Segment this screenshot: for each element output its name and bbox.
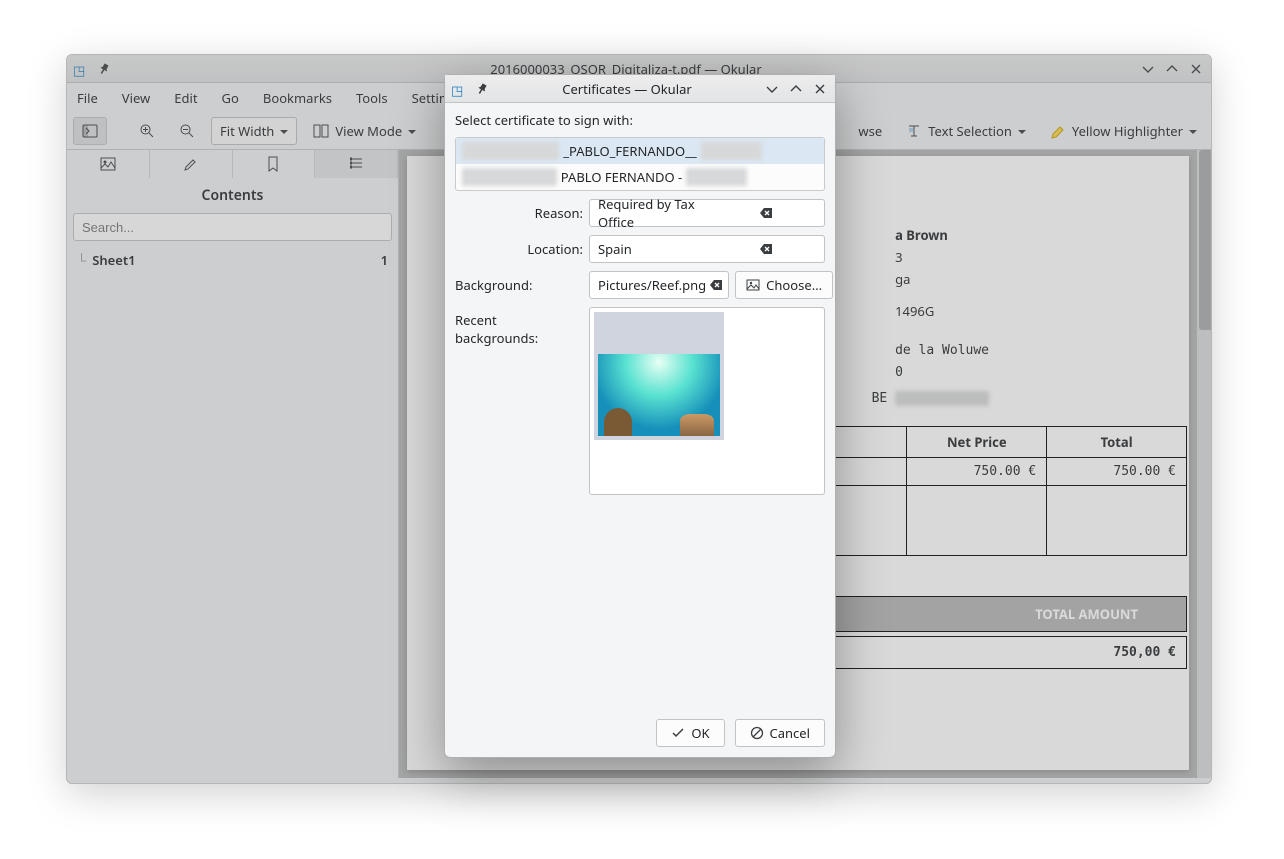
reason-label: Reason:	[455, 204, 583, 222]
highlighter-label: Yellow Highlighter	[1072, 122, 1183, 140]
minimize-button[interactable]	[1139, 60, 1157, 78]
zoom-in-button[interactable]	[131, 117, 163, 145]
panel-tab-annotations[interactable]	[150, 150, 233, 178]
net-val: 750.00 €	[907, 458, 1047, 486]
pin-icon[interactable]	[473, 80, 491, 98]
text-selection-label: Text Selection	[928, 122, 1012, 140]
close-button[interactable]	[1187, 60, 1205, 78]
redacted-text: XXXXXX XXXXXX	[462, 168, 557, 186]
menu-edit[interactable]: Edit	[174, 89, 197, 107]
col-net: Net Price	[907, 427, 1047, 458]
choose-label: Choose...	[766, 276, 822, 294]
panel-tab-bookmarks[interactable]	[233, 150, 316, 178]
background-field[interactable]: Pictures/Reef.png	[589, 271, 729, 299]
chevron-down-icon	[408, 122, 416, 140]
vertical-scrollbar[interactable]	[1197, 150, 1211, 778]
ok-button[interactable]: OK	[656, 719, 724, 747]
doc-line2: 3	[895, 246, 989, 268]
certificate-item[interactable]: XXXXXX XXXXXX PABLO FERNANDO - XXXXXXXX	[456, 164, 824, 190]
panel-title: Contents	[67, 178, 398, 213]
location-field[interactable]: Spain	[589, 235, 825, 263]
dialog-title: Certificates — Okular	[497, 80, 757, 98]
pin-icon[interactable]	[95, 60, 113, 78]
chevron-down-icon	[1018, 122, 1026, 140]
doc-line4: 1496G	[895, 300, 989, 322]
chevron-down-icon	[1189, 122, 1197, 140]
menu-tools[interactable]: Tools	[356, 89, 388, 107]
dialog-titlebar: Certificates — Okular	[445, 75, 835, 103]
cancel-icon	[750, 726, 764, 740]
redacted-text: XXXXXXXX	[701, 142, 762, 160]
menu-file[interactable]: File	[77, 89, 98, 107]
doc-country: BE	[872, 391, 888, 406]
app-icon	[73, 61, 89, 77]
doc-line3: ga	[895, 268, 989, 290]
certificates-dialog: Certificates — Okular Select certificate…	[444, 74, 836, 758]
background-label: Background:	[455, 276, 583, 294]
chevron-down-icon	[280, 122, 288, 140]
cancel-button[interactable]: Cancel	[735, 719, 825, 747]
reason-field[interactable]: Required by Tax Office	[589, 199, 825, 227]
contents-item[interactable]: └ Sheet1 1	[67, 247, 398, 273]
view-mode-button[interactable]: View Mode	[305, 117, 424, 145]
certificate-name: _PABLO_FERNANDO__	[563, 142, 697, 160]
panel-tab-contents[interactable]	[315, 150, 398, 178]
maximize-button[interactable]	[1163, 60, 1181, 78]
certificate-item[interactable]: XXXXXX_XXXXXX _PABLO_FERNANDO__ XXXXXXXX	[456, 138, 824, 164]
doc-street: de la Woluwe	[895, 343, 989, 358]
certificate-list[interactable]: XXXXXX_XXXXXX _PABLO_FERNANDO__ XXXXXXXX…	[455, 137, 825, 191]
menu-bookmarks[interactable]: Bookmarks	[263, 89, 332, 107]
recent-label: Recent backgrounds:	[455, 307, 583, 347]
reason-value: Required by Tax Office	[598, 195, 710, 231]
tree-twig-icon: └	[77, 251, 86, 269]
cancel-label: Cancel	[770, 724, 810, 742]
dialog-close-button[interactable]	[811, 80, 829, 98]
app-icon	[451, 81, 467, 97]
browse-button[interactable]: wse	[850, 117, 890, 145]
redacted-text: XXXXXX_XXXXXX	[462, 142, 559, 160]
choose-button[interactable]: Choose...	[735, 271, 833, 299]
clear-icon[interactable]	[710, 239, 822, 259]
doc-name: a Brown	[895, 226, 948, 244]
zoom-out-button[interactable]	[171, 117, 203, 145]
contents-item-page: 1	[381, 251, 388, 269]
background-value: Pictures/Reef.png	[598, 276, 706, 294]
menu-go[interactable]: Go	[222, 89, 239, 107]
recent-backgrounds-list	[589, 307, 825, 495]
panel-tab-thumbnails[interactable]	[67, 150, 150, 178]
contents-search-input[interactable]	[73, 213, 392, 241]
browse-label: wse	[858, 122, 882, 140]
reef-thumbnail-image	[598, 354, 720, 436]
dialog-minimize-button[interactable]	[763, 80, 781, 98]
clear-icon[interactable]	[706, 275, 726, 295]
dialog-maximize-button[interactable]	[787, 80, 805, 98]
highlighter-button[interactable]: Yellow Highlighter	[1042, 117, 1205, 145]
toggle-sidepanel-button[interactable]	[73, 117, 107, 145]
location-label: Location:	[455, 240, 583, 258]
clear-icon[interactable]	[710, 203, 822, 223]
doc-zip: 0	[895, 362, 989, 384]
view-mode-label: View Mode	[335, 122, 402, 140]
certificate-name: PABLO FERNANDO -	[561, 168, 682, 186]
dialog-prompt: Select certificate to sign with:	[455, 111, 825, 129]
recent-background-thumbnail[interactable]	[594, 312, 724, 440]
col-total: Total	[1047, 427, 1187, 458]
side-panel: Contents └ Sheet1 1	[67, 150, 399, 778]
menu-view[interactable]: View	[122, 89, 150, 107]
zoom-mode-label: Fit Width	[220, 122, 274, 140]
contents-item-label: Sheet1	[92, 251, 380, 269]
text-selection-button[interactable]: Text Selection	[898, 117, 1034, 145]
check-icon	[671, 726, 685, 740]
total-val: 750.00 €	[1047, 458, 1187, 486]
redacted-text: XXXXXXXX	[686, 168, 747, 186]
ok-label: OK	[691, 724, 709, 742]
image-icon	[746, 278, 760, 292]
zoom-mode-select[interactable]: Fit Width	[211, 117, 297, 145]
location-value: Spain	[598, 240, 710, 258]
redacted-vat: XXXX.XXX.XXX	[895, 391, 989, 406]
